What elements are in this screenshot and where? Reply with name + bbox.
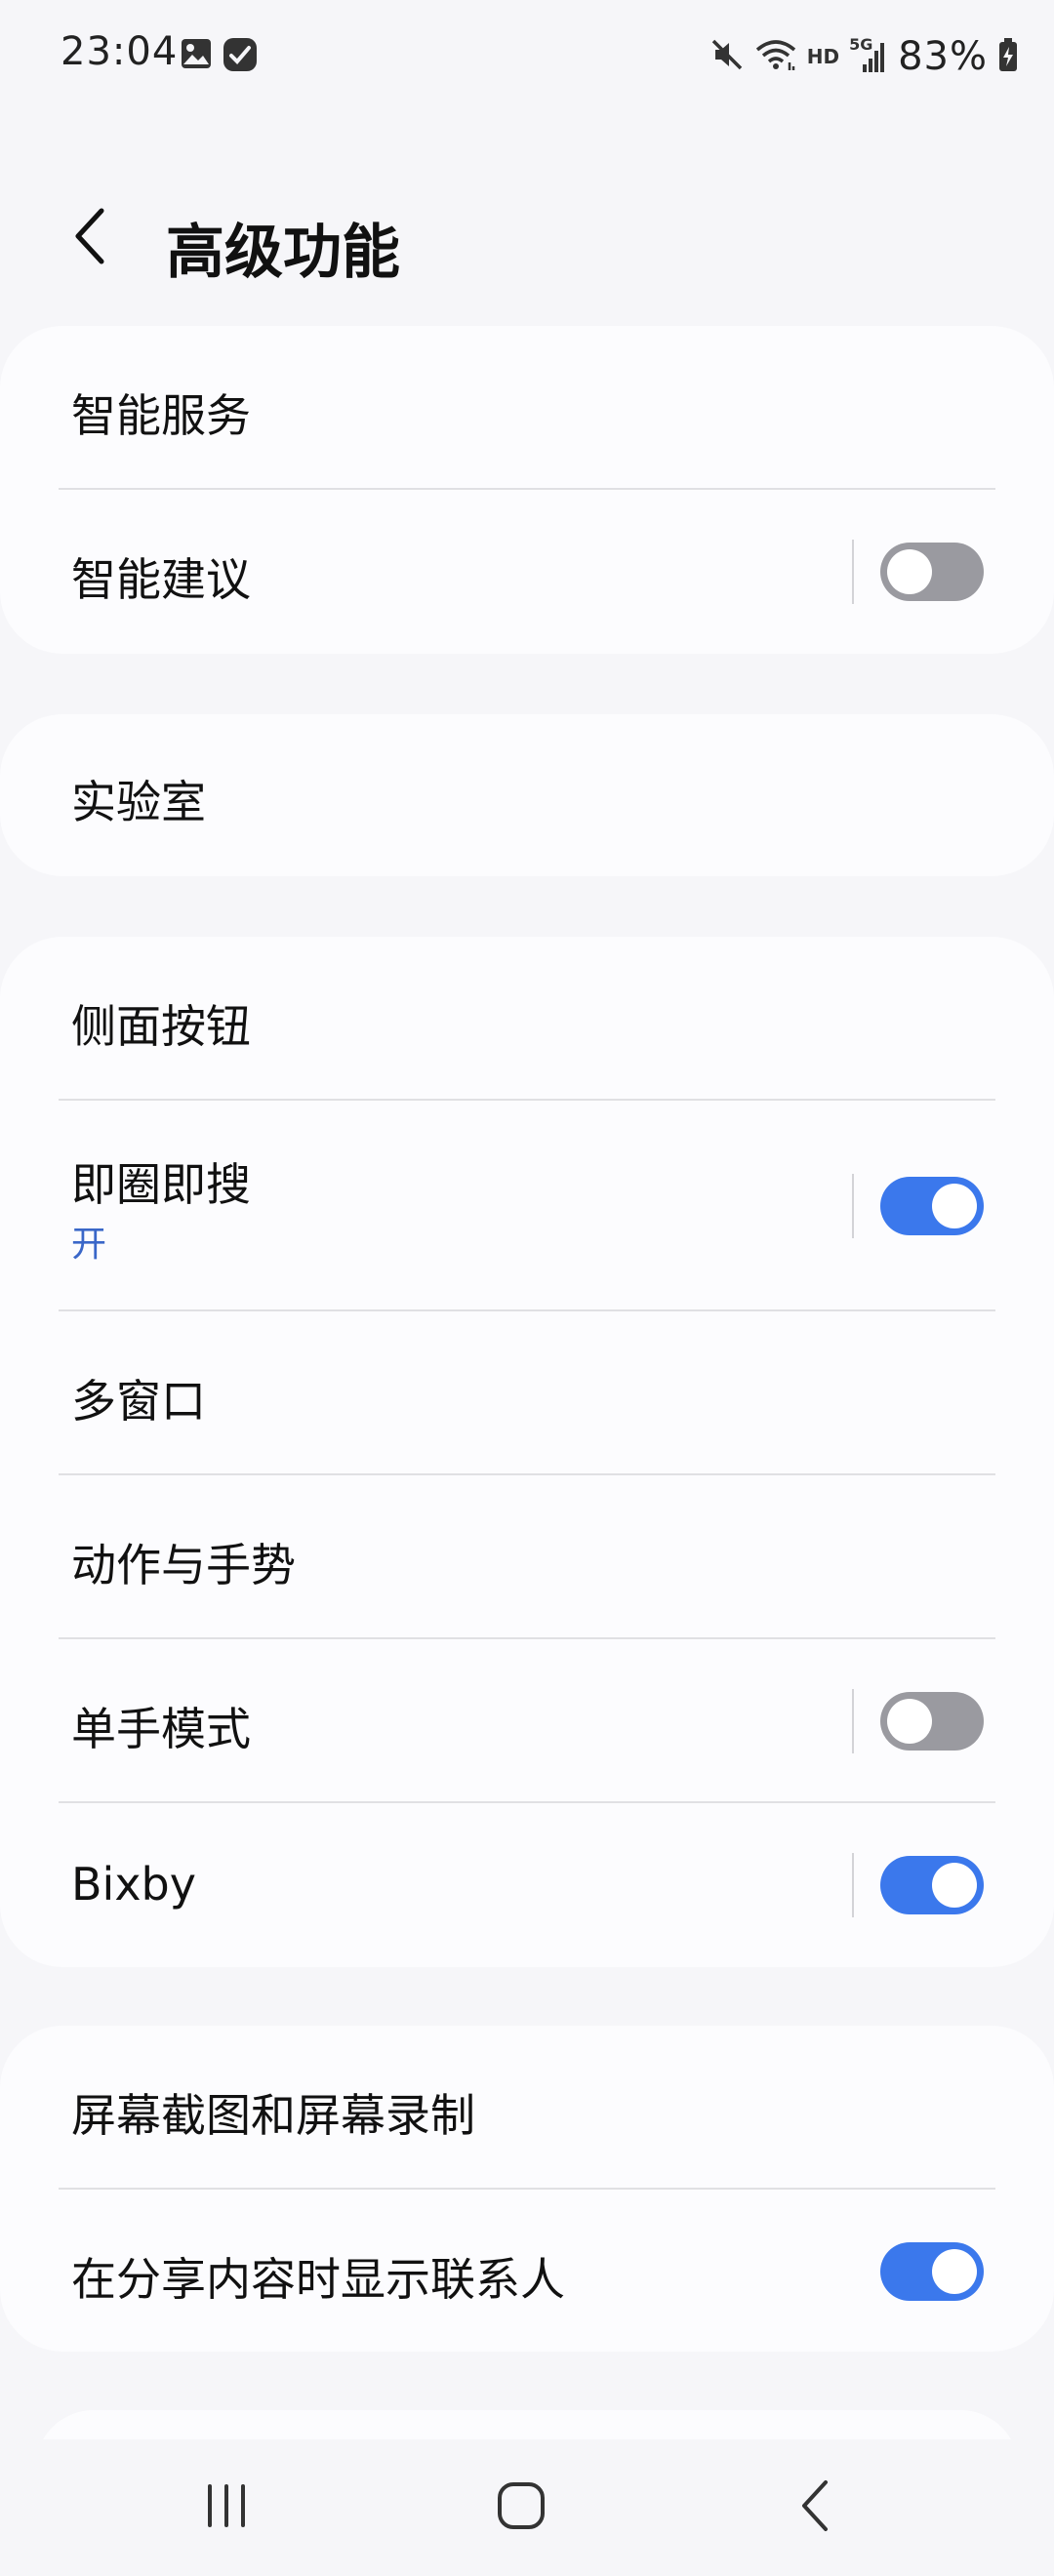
header: 高级功能	[0, 176, 1054, 302]
settings-item-side-button[interactable]: 侧面按钮	[0, 937, 1054, 1101]
battery-percent: 83%	[898, 34, 988, 79]
navigation-bar	[0, 2439, 1054, 2576]
settings-item-one-handed-mode[interactable]: 单手模式	[0, 1639, 1054, 1803]
item-label: Bixby	[71, 1858, 196, 1911]
bixby-toggle[interactable]	[880, 1856, 984, 1914]
card-labs: 实验室	[0, 714, 1054, 876]
toggle-knob	[932, 2249, 977, 2294]
separator	[852, 540, 854, 604]
toggle-knob	[932, 1184, 977, 1228]
status-bar: 23:04 HD 5G 83%	[0, 0, 1054, 113]
item-label: 智能服务	[71, 389, 251, 442]
separator	[852, 1174, 854, 1238]
card-features: 侧面按钮 即圈即搜 开 多窗口 动作与手势 单手模式 Bixby	[0, 937, 1054, 1967]
settings-item-screenshots-recording[interactable]: 屏幕截图和屏幕录制	[0, 2026, 1054, 2190]
back-button[interactable]	[61, 201, 119, 275]
circle-to-search-toggle[interactable]	[880, 1177, 984, 1235]
toggle-knob	[932, 1863, 977, 1908]
settings-item-multi-window[interactable]: 多窗口	[0, 1311, 1054, 1475]
settings-item-smart-services[interactable]: 智能服务	[0, 326, 1054, 490]
recent-apps-icon	[202, 2482, 251, 2533]
toggle-knob	[887, 549, 932, 594]
wifi-icon	[754, 37, 797, 76]
item-label: 实验室	[71, 776, 206, 828]
hd-icon: HD	[806, 45, 840, 68]
separator	[852, 1853, 854, 1917]
item-label: 侧面按钮	[71, 1000, 251, 1053]
home-icon	[496, 2480, 547, 2535]
item-label: 智能建议	[71, 553, 251, 606]
settings-item-labs[interactable]: 实验室	[0, 714, 1054, 876]
mute-icon	[709, 37, 745, 76]
back-nav-button[interactable]	[757, 2469, 874, 2547]
image-icon	[180, 37, 213, 74]
item-label: 多窗口	[71, 1375, 206, 1428]
page-title: 高级功能	[166, 219, 400, 287]
one-handed-mode-toggle[interactable]	[880, 1692, 984, 1751]
chevron-left-icon	[68, 205, 111, 271]
item-label: 即圈即搜	[71, 1158, 251, 1211]
battery-charging-icon	[997, 37, 1019, 76]
smart-suggestions-toggle[interactable]	[880, 543, 984, 601]
back-icon	[796, 2478, 835, 2537]
settings-item-show-contacts-when-sharing[interactable]: 在分享内容时显示联系人	[0, 2190, 1054, 2352]
5g-signal-icon: 5G	[849, 35, 888, 76]
status-time: 23:04	[61, 29, 179, 74]
show-contacts-toggle[interactable]	[880, 2242, 984, 2301]
item-label: 屏幕截图和屏幕录制	[71, 2089, 475, 2142]
settings-item-bixby[interactable]: Bixby	[0, 1803, 1054, 1967]
settings-item-smart-suggestions[interactable]: 智能建议	[0, 490, 1054, 654]
card-smart: 智能服务 智能建议	[0, 326, 1054, 654]
item-label: 单手模式	[71, 1703, 251, 1755]
settings-item-motions-gestures[interactable]: 动作与手势	[0, 1475, 1054, 1639]
recent-apps-button[interactable]	[168, 2469, 285, 2547]
home-button[interactable]	[463, 2469, 580, 2547]
check-app-icon	[223, 37, 258, 76]
item-label: 在分享内容时显示联系人	[71, 2253, 565, 2306]
toggle-knob	[887, 1699, 932, 1744]
separator	[852, 1689, 854, 1753]
settings-item-circle-to-search[interactable]: 即圈即搜 开	[0, 1101, 1054, 1311]
item-status: 开	[71, 1225, 107, 1265]
item-label: 动作与手势	[71, 1539, 296, 1591]
card-screenshots: 屏幕截图和屏幕录制 在分享内容时显示联系人	[0, 2026, 1054, 2352]
